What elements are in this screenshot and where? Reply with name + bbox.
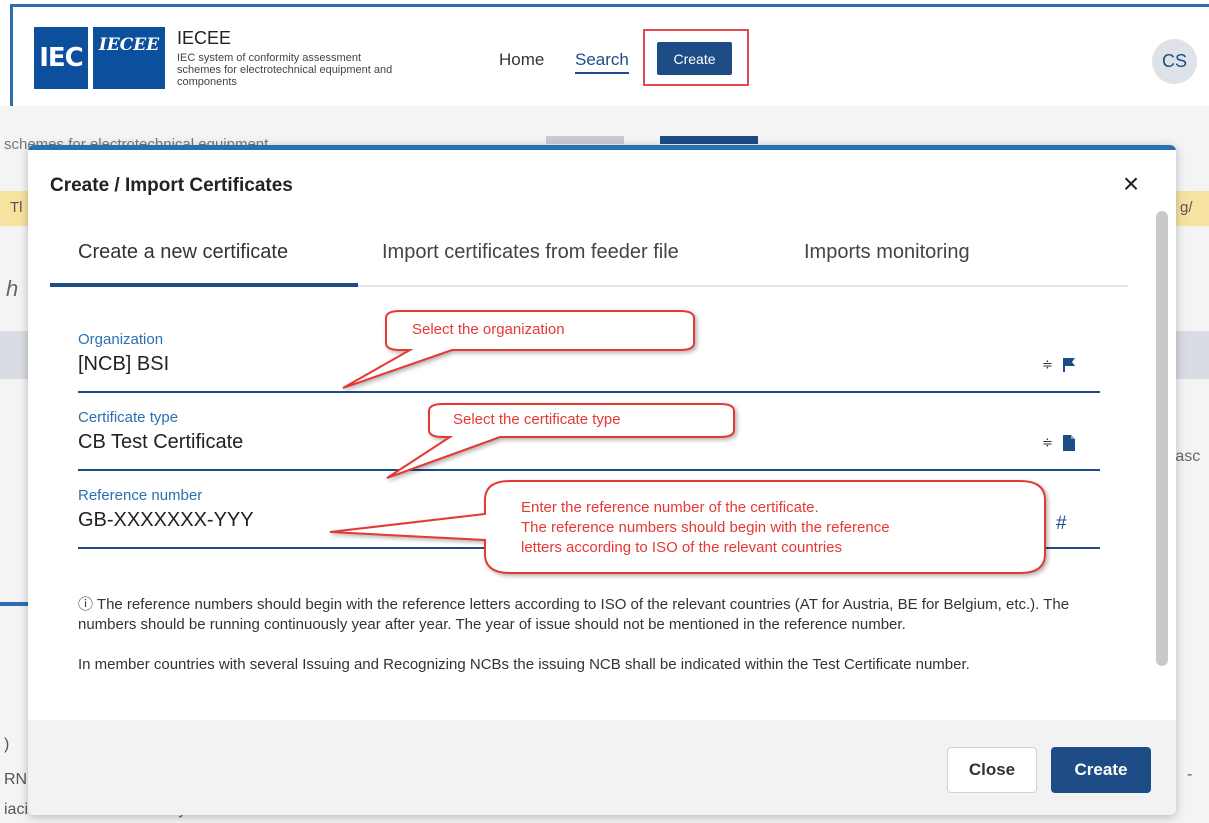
header-accent-left	[10, 4, 13, 106]
tab-imports-monitoring[interactable]: Imports monitoring	[804, 241, 970, 287]
close-button[interactable]: Close	[947, 747, 1037, 793]
info-paragraph-2: In member countries with several Issuing…	[78, 656, 970, 673]
create-import-dialog: Create / Import Certificates × Create a …	[28, 145, 1176, 815]
bg-accent-line	[0, 602, 28, 606]
iec-logo-text: IEC	[39, 43, 84, 73]
dialog-title: Create / Import Certificates	[50, 175, 293, 196]
organization-value: [NCB] BSI	[78, 353, 170, 375]
tab-create-new-certificate[interactable]: Create a new certificate	[78, 241, 288, 287]
header-accent-line	[10, 4, 1209, 7]
document-icon	[1063, 435, 1075, 451]
reference-info-text: ⓘ The reference numbers should begin wit…	[78, 595, 1118, 695]
dialog-accent-line	[28, 145, 1176, 150]
organization-label: Organization	[78, 331, 164, 348]
iecee-logo-text: IECEE	[98, 35, 160, 55]
dialog-tabs: Create a new certificate Import certific…	[50, 241, 1128, 287]
certificate-type-label: Certificate type	[78, 409, 179, 426]
reference-number-label: Reference number	[78, 487, 203, 504]
bg-heading: h	[6, 276, 19, 301]
callout-organization-text: Select the organization	[412, 321, 565, 338]
certificate-type-value: CB Test Certificate	[78, 431, 244, 453]
callout-reference-line-1: Enter the reference number of the certif…	[521, 499, 819, 516]
bg-notice-text-right: g/	[1180, 199, 1193, 216]
bg-nav-block	[546, 136, 624, 144]
nav-home-link[interactable]: Home	[499, 50, 544, 70]
bg-text-fragment: -	[1187, 766, 1193, 783]
bg-notice-text-left: Tl	[10, 199, 23, 216]
info-icon: ⓘ	[78, 596, 94, 613]
active-tab-indicator	[50, 283, 358, 287]
bg-nav-block-active	[660, 136, 758, 144]
bg-text-fragment: )	[4, 736, 10, 753]
user-avatar[interactable]: CS	[1152, 39, 1197, 84]
nav-search-link[interactable]: Search	[575, 50, 629, 74]
close-icon[interactable]: ×	[1116, 169, 1146, 199]
bg-text-fragment: RN	[4, 771, 28, 788]
iecee-logo[interactable]: IECEE	[93, 27, 165, 89]
organization-select[interactable]: Organization [NCB] BSI ≑	[78, 331, 1100, 393]
brand-subtitle: IEC system of conformity assessment sche…	[177, 52, 393, 88]
sort-arrows-icon[interactable]: ≑	[1042, 357, 1053, 373]
hash-icon: #	[1056, 513, 1067, 534]
tab-import-feeder-file[interactable]: Import certificates from feeder file	[382, 241, 679, 287]
top-navbar: IEC IECEE IECEE IEC system of conformity…	[0, 0, 1209, 106]
callout-certificate-type-text: Select the certificate type	[453, 411, 621, 428]
info-paragraph-1: ⓘ The reference numbers should begin wit…	[78, 595, 1118, 635]
create-button[interactable]: Create	[1051, 747, 1151, 793]
callout-reference-line-3: letters according to ISO of the relevant…	[521, 539, 842, 556]
dialog-scrollbar[interactable]	[1156, 211, 1168, 666]
iec-logo[interactable]: IEC	[34, 27, 88, 89]
sort-arrows-icon[interactable]: ≑	[1042, 435, 1053, 451]
reference-number-value: GB-XXXXXXX-YYY	[78, 509, 254, 531]
flag-icon	[1063, 358, 1075, 372]
callout-reference-line-2: The reference numbers should begin with …	[521, 519, 890, 536]
brand-title: IECEE	[177, 28, 232, 48]
dialog-footer: Close Create	[28, 720, 1176, 815]
nav-create-button[interactable]: Create	[657, 42, 732, 75]
info-text-1: The reference numbers should begin with …	[78, 596, 1070, 633]
